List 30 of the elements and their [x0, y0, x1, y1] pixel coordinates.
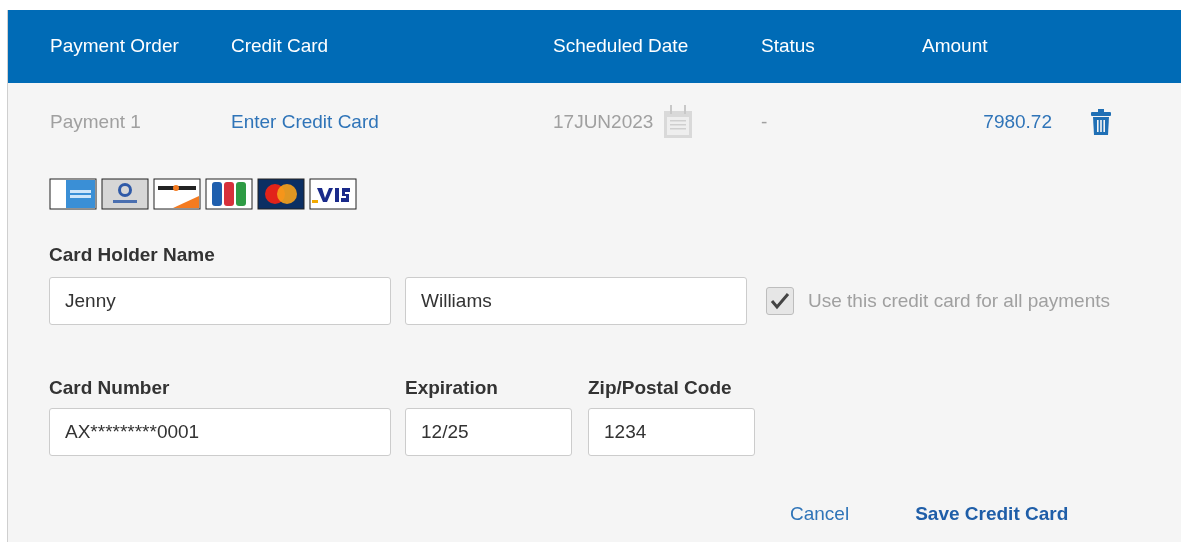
save-button[interactable]: Save Credit Card	[915, 500, 1069, 529]
column-header: Payment Order	[50, 35, 179, 57]
column-header: Amount	[922, 35, 988, 57]
card-logo-icon	[257, 178, 305, 210]
card-logo-icon	[205, 178, 253, 210]
payment-order: Payment 1	[50, 109, 141, 134]
field-label: Card Number	[49, 377, 171, 399]
field-label: Card Holder Name	[49, 244, 216, 266]
zip-code-field[interactable]: 1234	[588, 408, 755, 456]
card-logo-icon	[153, 178, 201, 210]
status-value: -	[761, 109, 768, 134]
field-label: Zip/Postal Code	[588, 377, 733, 399]
cancel-button[interactable]: Cancel	[790, 500, 850, 529]
card-number-field[interactable]: AX*********0001	[49, 408, 391, 456]
scheduled-date: 17JUN2023	[553, 109, 654, 134]
trash-icon[interactable]	[1091, 109, 1111, 135]
amount-value: 7980.72	[983, 109, 1052, 134]
expiration-field[interactable]: 12/25	[405, 408, 572, 456]
first-name-field[interactable]: Jenny	[49, 277, 391, 325]
card-logo-icon	[101, 178, 149, 210]
field-label: Expiration	[405, 377, 499, 399]
column-header: Scheduled Date	[553, 35, 689, 57]
card-logo-icon	[309, 178, 357, 210]
checkbox-label: Use this credit card for all payments	[808, 288, 1110, 313]
checkbox[interactable]	[766, 287, 794, 315]
column-header: Credit Card	[231, 35, 329, 57]
last-name-field[interactable]: Williams	[405, 277, 747, 325]
credit-card-link[interactable]: Enter Credit Card	[231, 107, 379, 137]
column-header: Status	[761, 35, 815, 57]
card-logo-icon	[49, 178, 97, 210]
